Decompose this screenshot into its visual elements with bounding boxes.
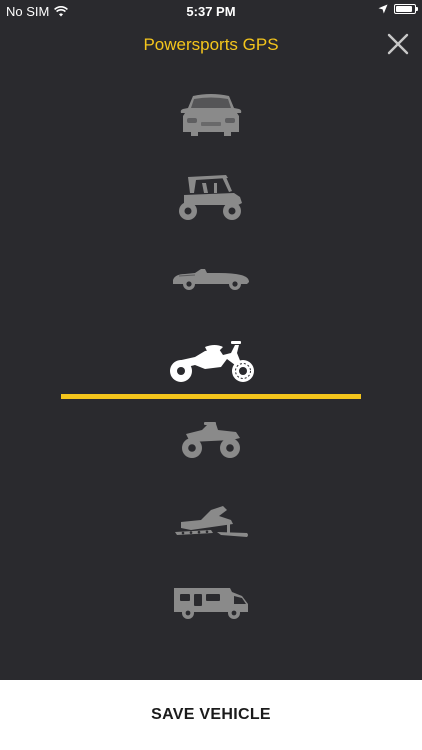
location-arrow-icon	[378, 4, 388, 14]
header: Powersports GPS	[0, 22, 422, 66]
car-icon	[180, 94, 242, 136]
vehicle-option-utv[interactable]	[161, 161, 261, 231]
classic-convertible-icon	[173, 269, 249, 290]
snowmobile-icon	[175, 506, 248, 537]
battery-level	[396, 6, 412, 12]
motorcycle-icon	[170, 341, 254, 382]
page-title: Powersports GPS	[143, 35, 279, 54]
save-vehicle-label: SAVE VEHICLE	[151, 706, 271, 723]
status-time: 5:37 PM	[186, 4, 236, 19]
vehicle-option-car[interactable]	[161, 80, 261, 150]
atv-quad-icon	[182, 422, 240, 458]
vehicle-option-rv[interactable]	[161, 567, 261, 637]
utv-side-by-side-icon	[179, 175, 242, 220]
vehicle-option-snowmobile[interactable]	[161, 487, 261, 557]
close-icon[interactable]	[386, 32, 410, 56]
vehicle-option-convertible[interactable]	[161, 242, 261, 312]
battery-icon	[394, 4, 418, 14]
status-right	[378, 4, 418, 14]
selected-vehicle-indicator	[61, 394, 361, 399]
save-vehicle-button[interactable]: SAVE VEHICLE	[0, 680, 422, 750]
status-bar: No SIM 5:37 PM	[0, 0, 422, 22]
vehicle-option-motorcycle[interactable]	[161, 325, 261, 395]
vehicle-option-atv[interactable]	[161, 405, 261, 475]
rv-motorhome-icon	[174, 588, 248, 619]
